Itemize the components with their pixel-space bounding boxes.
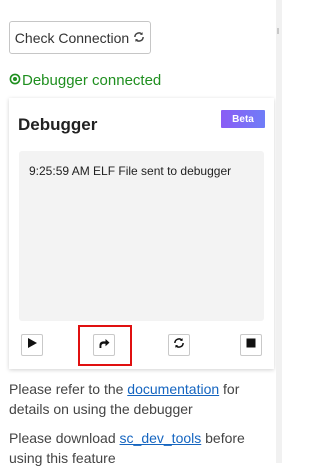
documentation-link[interactable]: documentation [127, 381, 219, 397]
debugger-title: Debugger [18, 115, 98, 134]
refresh-icon [173, 336, 185, 354]
download-text-pre: Please download [9, 430, 120, 446]
check-connection-button[interactable]: Check Connection [9, 21, 151, 54]
debugger-card: Debugger Beta 9:25:59 AM ELF File sent t… [9, 98, 274, 369]
stop-icon [245, 336, 257, 354]
scrollbar[interactable] [276, 0, 282, 463]
log-line: 9:25:59 AM ELF File sent to debugger [29, 164, 232, 178]
connection-status: Debugger connected [9, 72, 161, 89]
sc-dev-tools-link[interactable]: sc_dev_tools [120, 430, 202, 446]
refresh-icon [133, 30, 145, 46]
scrollbar-notch [277, 28, 279, 34]
restart-button[interactable] [168, 334, 190, 356]
debugger-log: 9:25:59 AM ELF File sent to debugger [19, 151, 264, 321]
documentation-text: Please refer to the documentation for de… [9, 379, 271, 419]
stop-button[interactable] [240, 334, 262, 356]
connected-circle-icon [9, 72, 22, 89]
highlight-box [78, 325, 132, 366]
play-button[interactable] [21, 334, 43, 356]
download-text: Please download sc_dev_tools before usin… [9, 428, 271, 468]
doc-text-pre: Please refer to the [9, 381, 128, 397]
play-icon [26, 336, 38, 354]
beta-badge: Beta [221, 110, 265, 128]
status-text: Debugger connected [22, 72, 162, 89]
check-connection-label: Check Connection [14, 29, 130, 46]
debugger-panel: Check Connection Debugger connected Debu… [0, 0, 276, 466]
